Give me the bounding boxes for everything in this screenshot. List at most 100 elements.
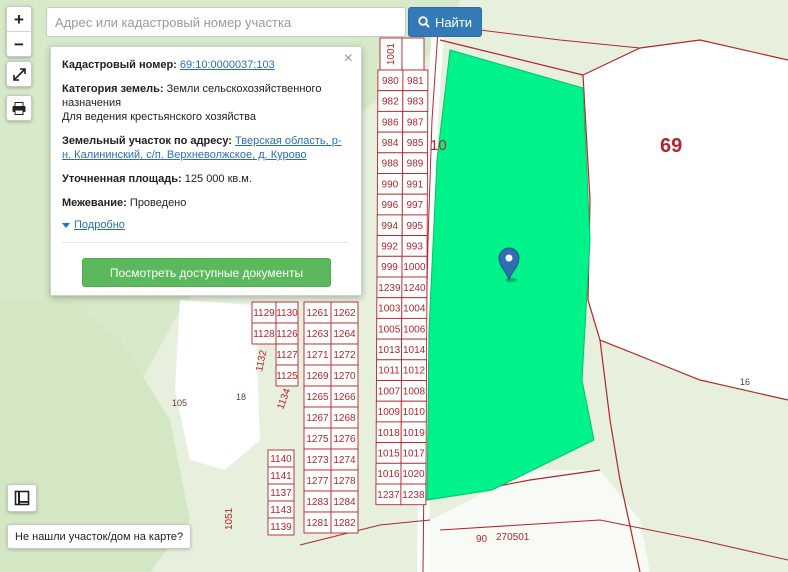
parcel-number: 982: [382, 97, 399, 108]
area-row: Уточненная площадь: 125 000 кв.м.: [62, 172, 349, 186]
parcel-number: 995: [406, 221, 423, 232]
parcel-number: 1262: [333, 308, 356, 319]
map-label-18: 90: [476, 534, 488, 545]
parcel-number: 1282: [333, 518, 356, 529]
parcel-number: 1008: [403, 386, 426, 397]
parcel-number: 1006: [403, 324, 426, 335]
map-label-16: 270501: [496, 532, 530, 543]
not-found-button[interactable]: Не нашли участок/дом на карте?: [7, 524, 192, 549]
block-label: 10: [430, 137, 447, 154]
printer-icon: [12, 101, 26, 115]
parcel-number: 1278: [333, 476, 356, 487]
cadastral-number-link[interactable]: 69:10:0000037:103: [180, 59, 275, 71]
parcel-number: 1125: [276, 371, 298, 382]
parcel-number: 1016: [377, 469, 400, 480]
parcel-number: 1269: [306, 371, 329, 382]
layers-button[interactable]: [7, 484, 37, 512]
parcel-number: 1238: [402, 490, 425, 501]
parcel-number: 1140: [270, 454, 292, 465]
search-input[interactable]: [46, 7, 406, 37]
caret-down-icon: [62, 222, 70, 228]
parcel-number: 1263: [306, 329, 329, 340]
parcel-number: 987: [407, 117, 424, 128]
parcel-number: 1137: [270, 488, 292, 499]
cadastral-label: Кадастровый номер:: [62, 59, 177, 71]
region-label: 69: [660, 135, 682, 157]
parcel-number: 983: [407, 97, 424, 108]
more-details-toggle[interactable]: Подробно: [62, 218, 349, 232]
parcel-number: 1005: [378, 324, 401, 335]
parcel-number: 1009: [378, 407, 401, 418]
parcel-number: 1019: [403, 428, 426, 439]
parcel-number: 1284: [333, 497, 356, 508]
parcel-number: 1127: [276, 350, 298, 361]
area-label: Уточненная площадь:: [62, 173, 182, 185]
parcel-number: 1004: [403, 304, 426, 315]
view-documents-button[interactable]: Посмотреть доступные документы: [82, 258, 331, 287]
category-row: Категория земель: Земли сельскохозяйстве…: [62, 82, 349, 124]
expand-icon: [12, 67, 26, 81]
parcel-number: 1011: [378, 366, 400, 377]
parcel-number: 981: [407, 76, 424, 87]
close-icon[interactable]: ×: [344, 51, 353, 67]
parcel-number: 1020: [402, 469, 425, 480]
parcel-number: 1130: [276, 308, 298, 319]
parcel-number: 1268: [333, 413, 356, 424]
parcel-number: 1017: [402, 448, 425, 459]
map-label-21: 105: [172, 398, 187, 408]
parcel-number: 1273: [306, 455, 329, 466]
parcel-number: 1143: [270, 505, 292, 516]
parcel-number: 1272: [333, 350, 356, 361]
land-use-value: Для ведения крестьянского хозяйства: [62, 111, 256, 123]
parcel-number: 1018: [378, 428, 401, 439]
parcel-number: 1277: [306, 476, 329, 487]
parcel-number: 1239: [378, 283, 401, 294]
parcel-number: 1264: [333, 329, 356, 340]
fullscreen-button[interactable]: [7, 62, 31, 86]
address-row: Земельный участок по адресу: Тверская об…: [62, 134, 349, 162]
parcel-number: 1274: [333, 455, 356, 466]
parcel-number: 984: [382, 138, 399, 149]
parcel-number: 1265: [306, 392, 329, 403]
parcel-number: 1275: [306, 434, 329, 445]
zoom-out-button[interactable]: −: [7, 31, 31, 56]
parcel-cell[interactable]: [401, 37, 425, 71]
more-details-link[interactable]: Подробно: [74, 218, 125, 232]
search-button[interactable]: Найти: [408, 7, 482, 37]
parcel-number: 1000: [403, 262, 426, 273]
parcel-number: 1129: [253, 308, 275, 319]
zoom-in-button[interactable]: +: [7, 7, 31, 31]
print-control: [6, 95, 32, 121]
parcel-number: 1013: [378, 345, 401, 356]
parcel-number: 1128: [253, 329, 275, 340]
parcel-number: 1126: [276, 329, 298, 340]
parcel-number: 1003: [378, 304, 401, 315]
area-value: 125 000 кв.м.: [184, 173, 252, 185]
parcel-number: 994: [381, 221, 398, 232]
parcel-number: 1141: [270, 471, 292, 482]
survey-row: Межевание: Проведено: [62, 196, 349, 210]
parcel-number: 993: [406, 241, 423, 252]
parcel-number: 996: [381, 200, 398, 211]
parcel-number: 1001: [386, 42, 397, 65]
print-button[interactable]: [7, 96, 31, 120]
parcel-number: 1240: [403, 283, 426, 294]
parcel-number: 1281: [306, 518, 329, 529]
category-label: Категория земель:: [62, 83, 164, 95]
parcel-number: 990: [382, 179, 399, 190]
parcel-number: 1283: [306, 497, 329, 508]
parcel-number: 1267: [306, 413, 329, 424]
parcel-number: 1261: [306, 308, 329, 319]
parcel-number: 985: [407, 138, 424, 149]
parcel-number: 1270: [333, 371, 356, 382]
open-field: [175, 300, 260, 470]
parcel-number: 1266: [333, 392, 356, 403]
parcel-number: 1139: [270, 522, 292, 533]
search-button-label: Найти: [434, 14, 473, 30]
parcel-number: 999: [381, 262, 398, 273]
parcel-info-popup: × Кадастровый номер: 69:10:0000037:103 К…: [50, 46, 362, 296]
parcel-number: 1007: [378, 386, 401, 397]
parcel-number: 1271: [306, 350, 329, 361]
search-icon: [418, 16, 430, 28]
parcel-number: 997: [406, 200, 423, 211]
